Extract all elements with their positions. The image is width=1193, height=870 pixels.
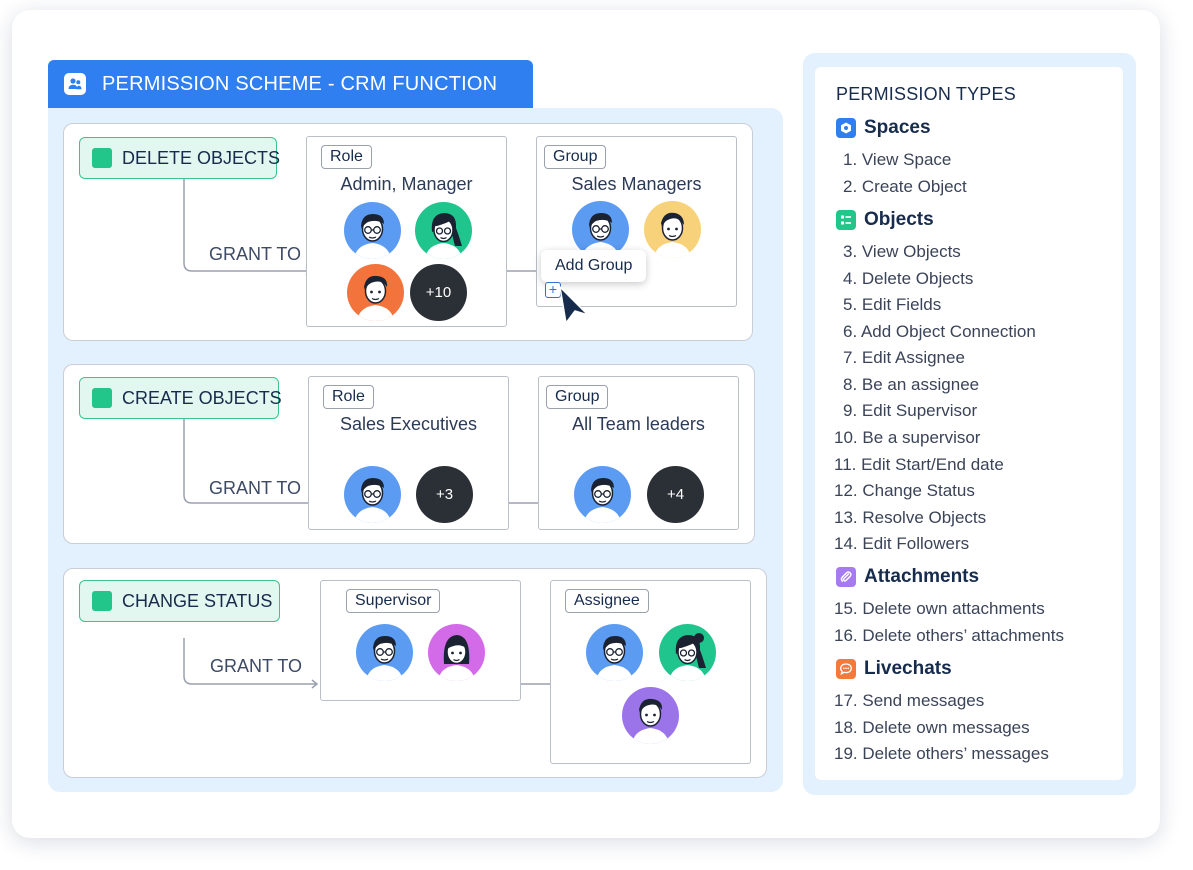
scheme-title: PERMISSION SCHEME - CRM FUNCTION	[102, 72, 498, 95]
category-label: Objects	[864, 209, 934, 230]
supervisor-box: Supervisor	[320, 580, 521, 701]
scheme-header: PERMISSION SCHEME - CRM FUNCTION	[48, 60, 533, 108]
permission-item: 1. View Space	[843, 150, 952, 169]
permission-item: 11. Edit Start/End date	[834, 455, 1004, 474]
permission-chip-change-status[interactable]: CHANGE STATUS	[79, 580, 280, 622]
cursor-icon	[559, 286, 589, 324]
group-tag: Group	[546, 385, 609, 409]
category-objects: Objects	[836, 209, 934, 231]
more-members-count: +3	[435, 486, 454, 503]
grant-to-label: GRANT TO	[209, 244, 302, 264]
more-members-badge[interactable]: +4	[647, 466, 704, 523]
avatar[interactable]	[644, 201, 701, 258]
permission-types-title: PERMISSION TYPES	[836, 84, 1016, 104]
permission-square-icon	[92, 148, 112, 168]
assignee-tag: Assignee	[565, 589, 649, 613]
permission-item: 6. Add Object Connection	[843, 322, 1036, 341]
chat-icon	[836, 659, 856, 679]
avatar[interactable]	[586, 624, 643, 681]
group-box: Group All Team leaders	[538, 376, 739, 530]
users-icon	[64, 73, 86, 95]
category-spaces: Spaces	[836, 117, 931, 139]
grant-to-label: GRANT TO	[210, 656, 303, 676]
avatar[interactable]	[574, 466, 631, 523]
permission-item: 10. Be a supervisor	[834, 428, 981, 447]
avatar[interactable]	[344, 202, 401, 259]
role-tag: Role	[323, 385, 374, 409]
group-members-title: All Team leaders	[572, 414, 705, 434]
objects-icon	[836, 210, 856, 230]
role-tag: Role	[321, 145, 372, 169]
box-connector	[508, 502, 540, 504]
group-tag: Group	[544, 145, 607, 169]
avatar[interactable]	[428, 624, 485, 681]
permission-item: 8. Be an assignee	[843, 375, 980, 394]
category-livechats: Livechats	[836, 658, 952, 680]
avatar[interactable]	[659, 624, 716, 681]
permission-item: 5. Edit Fields	[843, 295, 942, 314]
avatar[interactable]	[347, 264, 404, 321]
permission-item: 19. Delete others’ messages	[834, 744, 1049, 763]
category-label: Livechats	[864, 658, 952, 679]
permission-item: 15. Delete own attachments	[834, 599, 1045, 618]
box-connector	[506, 270, 538, 272]
permission-label: DELETE OBJECTS	[122, 147, 281, 168]
permission-item: 9. Edit Supervisor	[843, 401, 978, 420]
more-members-count: +10	[425, 284, 452, 301]
more-members-badge[interactable]: +10	[410, 264, 467, 321]
permission-item: 17. Send messages	[834, 691, 985, 710]
permission-item: 4. Delete Objects	[843, 269, 974, 288]
permission-item: 7. Edit Assignee	[843, 348, 965, 367]
box-connector	[520, 683, 552, 685]
permission-item: 16. Delete others’ attachments	[834, 626, 1064, 645]
permission-item: 14. Edit Followers	[834, 534, 970, 553]
permission-label: CREATE OBJECTS	[122, 387, 282, 408]
role-members-title: Admin, Manager	[340, 174, 473, 194]
permission-square-icon	[92, 388, 112, 408]
add-group-tooltip: Add Group	[541, 250, 647, 282]
category-label: Spaces	[864, 117, 931, 138]
permission-item: 3. View Objects	[843, 242, 961, 261]
supervisor-tag: Supervisor	[346, 589, 441, 613]
avatar[interactable]	[356, 624, 413, 681]
category-label: Attachments	[864, 566, 980, 587]
permission-item: 18. Delete own messages	[834, 718, 1030, 737]
permission-item: 2. Create Object	[843, 177, 967, 196]
group-members-title: Sales Managers	[571, 174, 702, 194]
category-attachments: Attachments	[836, 566, 979, 588]
permission-square-icon	[92, 591, 112, 611]
permission-item: 12. Change Status	[834, 481, 975, 500]
role-box: Role Admin, Manager	[306, 136, 507, 327]
role-box: Role Sales Executives	[308, 376, 509, 530]
permission-label: CHANGE STATUS	[122, 590, 273, 611]
permission-chip-delete-objects[interactable]: DELETE OBJECTS	[79, 137, 281, 179]
role-members-title: Sales Executives	[339, 414, 478, 434]
avatar[interactable]	[622, 687, 679, 744]
paperclip-icon	[836, 567, 856, 587]
avatar[interactable]	[344, 466, 401, 523]
more-members-count: +4	[666, 486, 685, 503]
permission-chip-create-objects[interactable]: CREATE OBJECTS	[79, 377, 282, 419]
permission-item: 13. Resolve Objects	[834, 508, 987, 527]
avatar[interactable]	[415, 202, 472, 259]
grant-to-label: GRANT TO	[209, 478, 302, 498]
more-members-badge[interactable]: +3	[416, 466, 473, 523]
spaces-icon	[836, 118, 856, 138]
